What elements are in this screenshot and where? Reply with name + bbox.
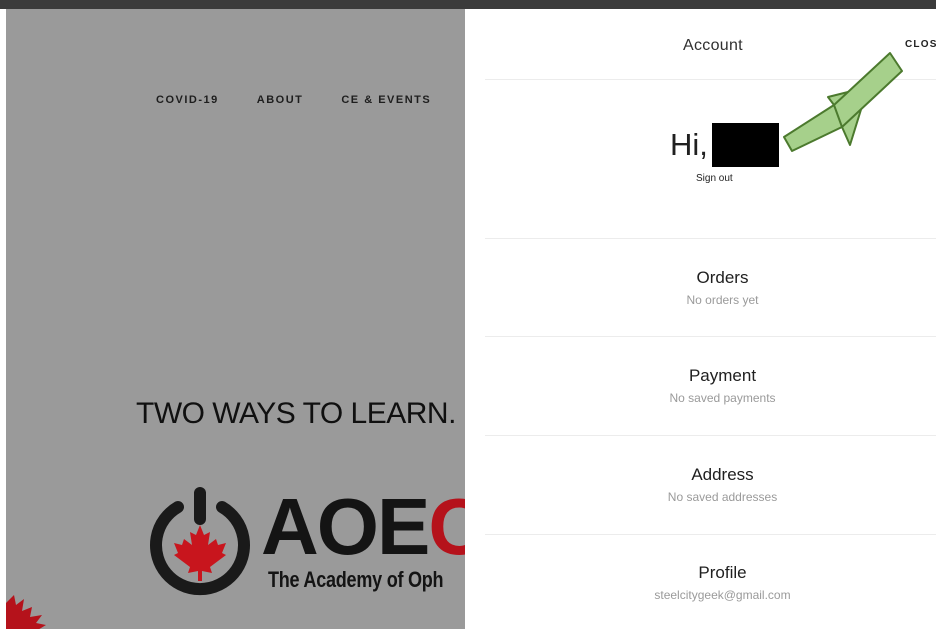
nav-link-covid[interactable]: COVID-19 [156,94,219,106]
hero-heading: TWO WAYS TO LEARN. [136,397,456,430]
nav-link-ce-events[interactable]: CE & EVENTS [341,94,431,106]
divider [485,534,936,535]
divider [485,238,936,239]
logo-subtitle: The Academy of Oph [268,567,444,592]
background-website: COVID-19 ABOUT CE & EVENTS TWO WAYS TO L… [6,9,465,629]
power-maple-leaf-icon [150,487,250,596]
site-nav: COVID-19 ABOUT CE & EVENTS [156,94,431,106]
section-subtitle: No saved payments [669,391,776,405]
logo-accent: C [428,482,465,571]
profile-section[interactable]: Profile steelcitygeek@gmail.com [485,562,936,602]
section-title: Orders [696,268,749,287]
screenshot-frame: COVID-19 ABOUT CE & EVENTS TWO WAYS TO L… [0,0,936,629]
orders-section[interactable]: Orders No orders yet [485,267,936,307]
sign-out-link[interactable]: Sign out [696,173,733,184]
divider [485,336,936,337]
section-subtitle: steelcitygeek@gmail.com [654,588,791,602]
section-subtitle: No saved addresses [667,490,778,504]
payment-section[interactable]: Payment No saved payments [485,365,936,405]
section-subtitle: No orders yet [686,293,759,307]
divider [485,435,936,436]
address-section[interactable]: Address No saved addresses [485,464,936,504]
window-top-bar [0,0,936,9]
panel-title: Account [683,37,743,54]
greeting-text: Hi, [670,127,708,162]
section-title: Address [691,465,754,484]
maple-leaf-icon [6,595,46,629]
logo-main: AOE [261,482,430,571]
nav-link-about[interactable]: ABOUT [257,94,304,106]
logo-wordmark: AOEC [261,487,465,567]
green-arrow-icon [783,52,903,152]
section-title: Payment [688,366,757,385]
redacted-name [711,123,779,167]
greeting: Hi, [670,123,779,167]
section-title: Profile [698,563,747,582]
